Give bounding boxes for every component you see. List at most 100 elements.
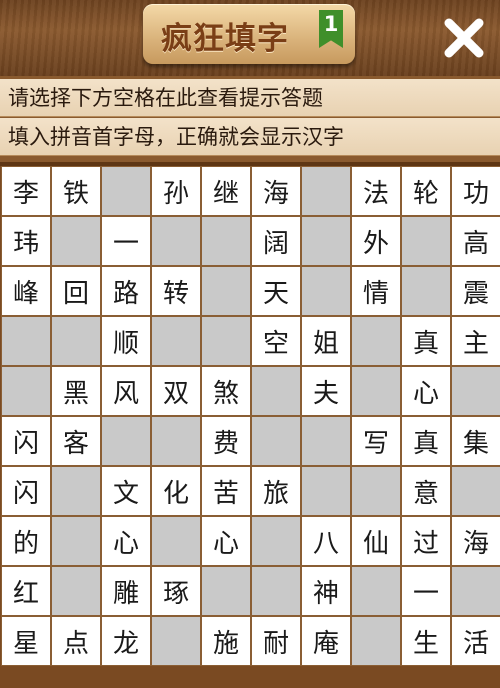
letter-cell[interactable]: 闪: [1, 466, 51, 516]
letter-cell[interactable]: 生: [401, 616, 451, 666]
empty-cell[interactable]: [201, 316, 251, 366]
letter-cell[interactable]: 星: [1, 616, 51, 666]
letter-cell[interactable]: 八: [301, 516, 351, 566]
empty-cell[interactable]: [201, 566, 251, 616]
letter-cell[interactable]: 雕: [101, 566, 151, 616]
empty-cell[interactable]: [351, 616, 401, 666]
letter-cell[interactable]: 空: [251, 316, 301, 366]
empty-cell[interactable]: [251, 516, 301, 566]
letter-cell[interactable]: 仙: [351, 516, 401, 566]
letter-cell[interactable]: 耐: [251, 616, 301, 666]
letter-cell[interactable]: 过: [401, 516, 451, 566]
empty-cell[interactable]: [251, 566, 301, 616]
empty-cell[interactable]: [51, 516, 101, 566]
letter-cell[interactable]: 主: [451, 316, 500, 366]
letter-cell[interactable]: 心: [401, 366, 451, 416]
letter-cell[interactable]: 施: [201, 616, 251, 666]
empty-cell[interactable]: [151, 516, 201, 566]
letter-cell[interactable]: 闪: [1, 416, 51, 466]
letter-cell[interactable]: 一: [401, 566, 451, 616]
empty-cell[interactable]: [151, 616, 201, 666]
empty-cell[interactable]: [251, 416, 301, 466]
empty-cell[interactable]: [401, 216, 451, 266]
letter-cell[interactable]: 回: [51, 266, 101, 316]
empty-cell[interactable]: [351, 366, 401, 416]
letter-cell[interactable]: 玮: [1, 216, 51, 266]
letter-cell[interactable]: 黑: [51, 366, 101, 416]
letter-cell[interactable]: 红: [1, 566, 51, 616]
letter-cell[interactable]: 法: [351, 166, 401, 216]
empty-cell[interactable]: [351, 566, 401, 616]
letter-cell[interactable]: 一: [101, 216, 151, 266]
letter-cell[interactable]: 海: [251, 166, 301, 216]
letter-cell[interactable]: 琢: [151, 566, 201, 616]
empty-cell[interactable]: [201, 216, 251, 266]
letter-cell[interactable]: 高: [451, 216, 500, 266]
empty-cell[interactable]: [1, 316, 51, 366]
letter-cell[interactable]: 天: [251, 266, 301, 316]
letter-cell[interactable]: 姐: [301, 316, 351, 366]
letter-cell[interactable]: 化: [151, 466, 201, 516]
letter-cell[interactable]: 外: [351, 216, 401, 266]
letter-cell[interactable]: 风: [101, 366, 151, 416]
letter-cell[interactable]: 轮: [401, 166, 451, 216]
letter-cell[interactable]: 继: [201, 166, 251, 216]
empty-cell[interactable]: [151, 416, 201, 466]
letter-cell[interactable]: 真: [401, 416, 451, 466]
letter-cell[interactable]: 海: [451, 516, 500, 566]
close-button[interactable]: [440, 14, 488, 62]
letter-cell[interactable]: 情: [351, 266, 401, 316]
letter-cell[interactable]: 峰: [1, 266, 51, 316]
empty-cell[interactable]: [1, 366, 51, 416]
empty-cell[interactable]: [251, 366, 301, 416]
letter-cell[interactable]: 孙: [151, 166, 201, 216]
empty-cell[interactable]: [51, 216, 101, 266]
letter-cell[interactable]: 龙: [101, 616, 151, 666]
empty-cell[interactable]: [301, 266, 351, 316]
empty-cell[interactable]: [301, 416, 351, 466]
letter-cell[interactable]: 庵: [301, 616, 351, 666]
letter-cell[interactable]: 客: [51, 416, 101, 466]
empty-cell[interactable]: [401, 266, 451, 316]
letter-cell[interactable]: 震: [451, 266, 500, 316]
letter-cell[interactable]: 转: [151, 266, 201, 316]
empty-cell[interactable]: [301, 166, 351, 216]
empty-cell[interactable]: [301, 466, 351, 516]
letter-cell[interactable]: 心: [201, 516, 251, 566]
letter-cell[interactable]: 阔: [251, 216, 301, 266]
empty-cell[interactable]: [451, 366, 500, 416]
letter-cell[interactable]: 功: [451, 166, 500, 216]
letter-cell[interactable]: 写: [351, 416, 401, 466]
empty-cell[interactable]: [51, 466, 101, 516]
letter-cell[interactable]: 顺: [101, 316, 151, 366]
letter-cell[interactable]: 意: [401, 466, 451, 516]
letter-cell[interactable]: 苦: [201, 466, 251, 516]
letter-cell[interactable]: 李: [1, 166, 51, 216]
empty-cell[interactable]: [351, 466, 401, 516]
empty-cell[interactable]: [151, 216, 201, 266]
empty-cell[interactable]: [451, 566, 500, 616]
empty-cell[interactable]: [51, 316, 101, 366]
empty-cell[interactable]: [101, 166, 151, 216]
letter-cell[interactable]: 双: [151, 366, 201, 416]
empty-cell[interactable]: [151, 316, 201, 366]
empty-cell[interactable]: [101, 416, 151, 466]
empty-cell[interactable]: [351, 316, 401, 366]
empty-cell[interactable]: [51, 566, 101, 616]
letter-cell[interactable]: 集: [451, 416, 500, 466]
letter-cell[interactable]: 文: [101, 466, 151, 516]
letter-cell[interactable]: 点: [51, 616, 101, 666]
letter-cell[interactable]: 路: [101, 266, 151, 316]
letter-cell[interactable]: 的: [1, 516, 51, 566]
empty-cell[interactable]: [201, 266, 251, 316]
letter-cell[interactable]: 心: [101, 516, 151, 566]
letter-cell[interactable]: 活: [451, 616, 500, 666]
letter-cell[interactable]: 煞: [201, 366, 251, 416]
letter-cell[interactable]: 真: [401, 316, 451, 366]
letter-cell[interactable]: 旅: [251, 466, 301, 516]
letter-cell[interactable]: 铁: [51, 166, 101, 216]
letter-cell[interactable]: 费: [201, 416, 251, 466]
empty-cell[interactable]: [451, 466, 500, 516]
letter-cell[interactable]: 夫: [301, 366, 351, 416]
letter-cell[interactable]: 神: [301, 566, 351, 616]
